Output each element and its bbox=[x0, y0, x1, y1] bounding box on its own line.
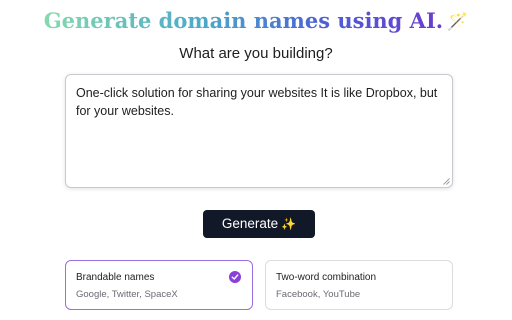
option-examples: Google, Twitter, SpaceX bbox=[76, 289, 178, 300]
option-title: Brandable names bbox=[76, 272, 155, 283]
option-card-two-word[interactable]: Two-word combination Facebook, YouTube bbox=[265, 260, 453, 310]
option-examples: Facebook, YouTube bbox=[276, 289, 361, 300]
generate-button[interactable]: Generate ✨ bbox=[203, 210, 315, 238]
description-textarea[interactable]: One-click solution for sharing your webs… bbox=[66, 75, 452, 187]
magic-wand-icon: 🪄 bbox=[447, 12, 469, 32]
check-circle-icon bbox=[229, 271, 241, 283]
page-title: Generate domain names using AI. 🪄 bbox=[0, 6, 512, 37]
prompt-label: What are you building? bbox=[179, 45, 333, 62]
option-card-brandable[interactable]: Brandable names Google, Twitter, SpaceX bbox=[65, 260, 253, 310]
page-title-text: Generate domain names using AI. bbox=[43, 8, 444, 33]
sparkles-icon: ✨ bbox=[281, 217, 297, 231]
description-field-wrapper: One-click solution for sharing your webs… bbox=[65, 74, 453, 188]
option-title: Two-word combination bbox=[276, 272, 377, 283]
generate-button-label: Generate bbox=[221, 216, 279, 231]
page: Generate domain names using AI. 🪄 What ar… bbox=[0, 0, 512, 320]
